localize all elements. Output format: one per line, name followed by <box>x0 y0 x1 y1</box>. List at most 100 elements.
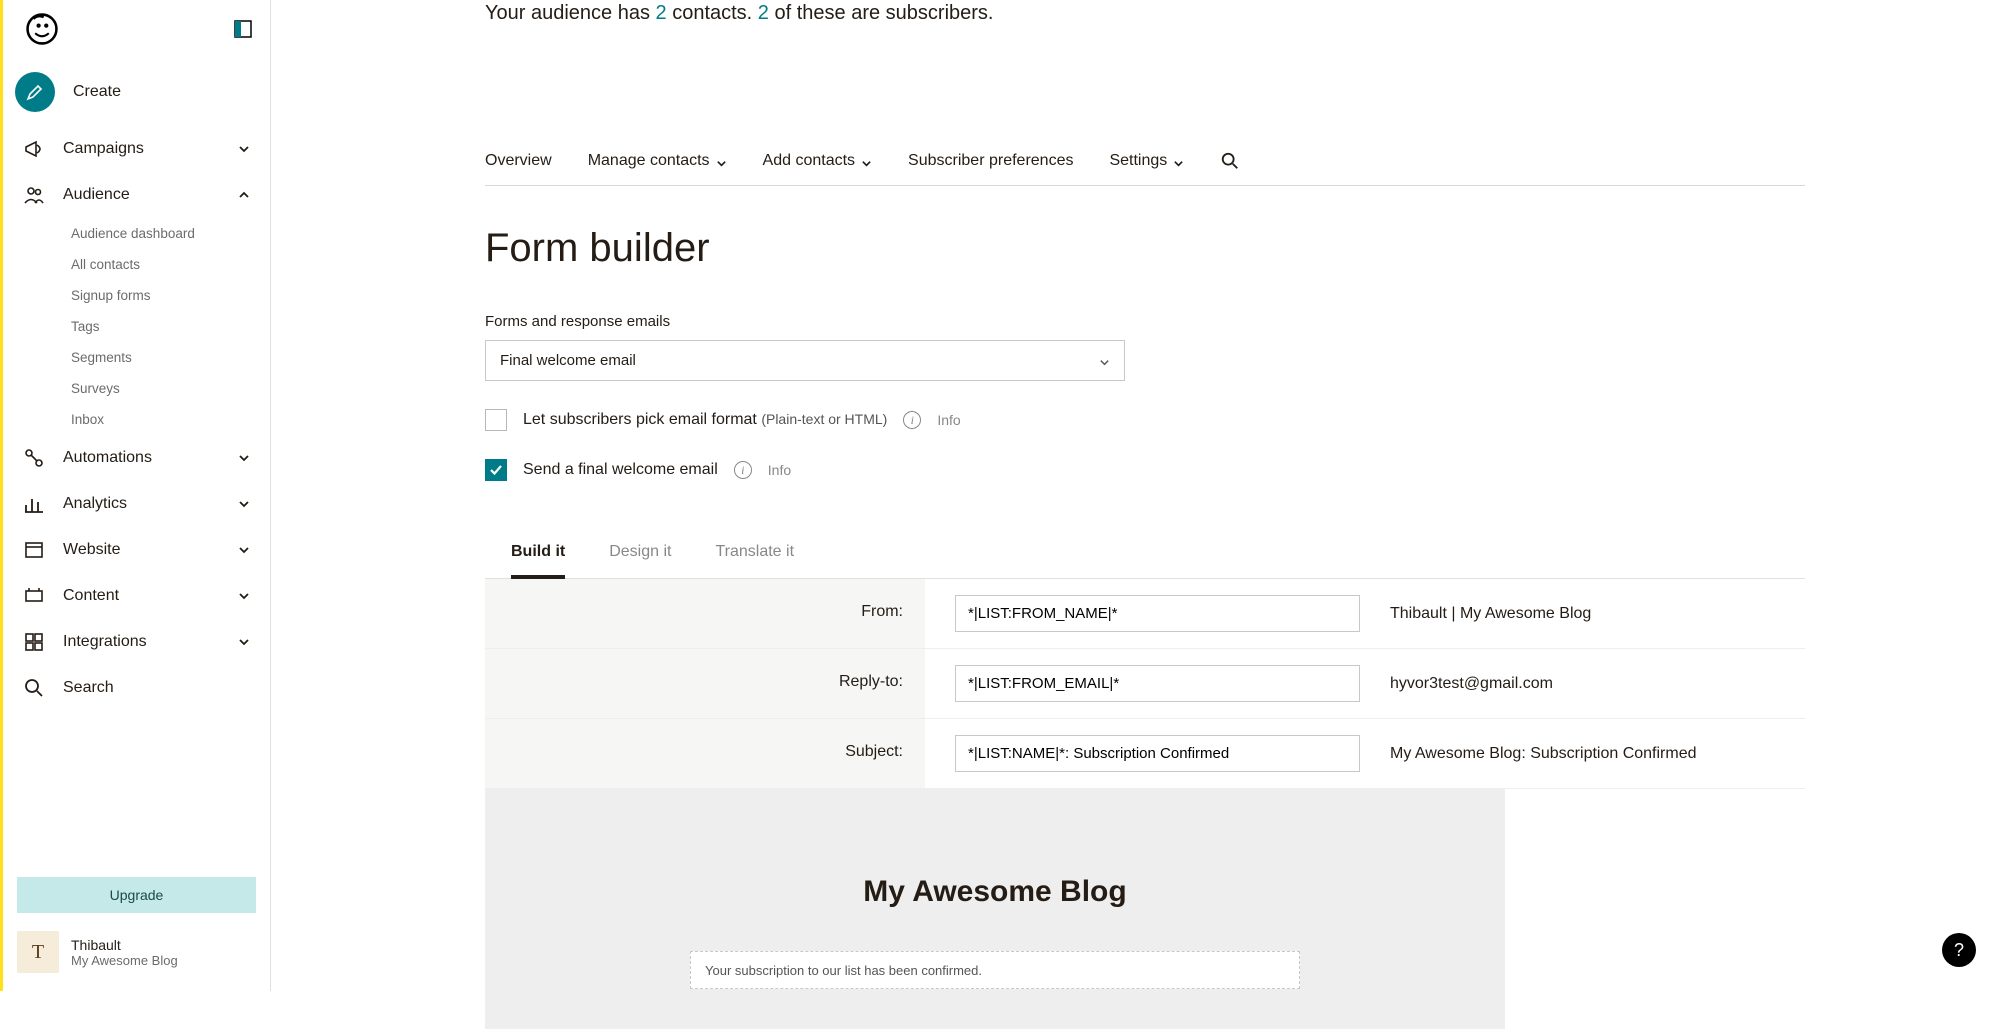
option-label: Send a final welcome email <box>523 461 718 479</box>
chevron-down-icon <box>716 156 727 167</box>
reply-to-input[interactable] <box>955 665 1360 702</box>
nav-label: Integrations <box>63 633 220 651</box>
subnav-signup-forms[interactable]: Signup forms <box>71 280 270 311</box>
from-resolved: Thibault | My Awesome Blog <box>1390 605 1591 623</box>
create-label: Create <box>73 83 121 101</box>
nav-label: Audience <box>63 186 220 204</box>
website-icon <box>23 539 45 561</box>
info-label[interactable]: Info <box>768 462 791 478</box>
chevron-down-icon <box>238 543 252 557</box>
nav-label: Campaigns <box>63 140 220 158</box>
chevron-up-icon <box>238 188 252 202</box>
bar-chart-icon <box>23 493 45 515</box>
automation-icon <box>23 447 45 469</box>
page-title: Form builder <box>485 226 1960 271</box>
forms-select-label: Forms and response emails <box>485 313 1960 330</box>
sidebar-item-website[interactable]: Website <box>3 527 270 573</box>
from-label: From: <box>485 579 925 649</box>
forms-select[interactable]: Final welcome email <box>485 340 1125 381</box>
option-send-welcome: Send a final welcome email i Info <box>485 459 1960 481</box>
create-button[interactable]: Create <box>3 58 270 126</box>
tab-label: Add contacts <box>763 152 856 170</box>
chevron-down-icon <box>861 156 872 167</box>
main-content: Your audience has 2 contacts. 2 of these… <box>271 0 2000 991</box>
sidebar-item-analytics[interactable]: Analytics <box>3 481 270 527</box>
nav-label: Automations <box>63 449 220 467</box>
chevron-down-icon <box>238 635 252 649</box>
pencil-icon <box>15 72 55 112</box>
sidebar-item-content[interactable]: Content <box>3 573 270 619</box>
reply-to-resolved: hyvor3test@gmail.com <box>1390 675 1553 693</box>
search-icon <box>23 677 45 699</box>
option-label: Let subscribers pick email format <box>523 411 761 428</box>
user-account-name: My Awesome Blog <box>71 953 178 968</box>
content-icon <box>23 585 45 607</box>
user-account[interactable]: T Thibault My Awesome Blog <box>3 921 270 991</box>
sidebar: Create Campaigns Audience Audience dashb… <box>3 0 271 991</box>
preview-title[interactable]: My Awesome Blog <box>863 875 1126 909</box>
subnav-segments[interactable]: Segments <box>71 342 270 373</box>
subnav-all-contacts[interactable]: All contacts <box>71 249 270 280</box>
user-name: Thibault <box>71 937 178 953</box>
audience-subnav: Audience dashboard All contacts Signup f… <box>3 218 270 435</box>
audience-summary: Your audience has 2 contacts. 2 of these… <box>485 0 1960 25</box>
option-hint: (Plain-text or HTML) <box>761 411 887 427</box>
nav-label: Content <box>63 587 220 605</box>
tab-manage-contacts[interactable]: Manage contacts <box>588 152 727 170</box>
chevron-down-icon <box>238 497 252 511</box>
email-headers-form: From: Thibault | My Awesome Blog Reply-t… <box>485 579 1805 789</box>
tab-add-contacts[interactable]: Add contacts <box>763 152 873 170</box>
nav-label: Search <box>63 679 252 697</box>
subscriber-count[interactable]: 2 <box>758 2 769 24</box>
sidebar-item-campaigns[interactable]: Campaigns <box>3 126 270 172</box>
subnav-inbox[interactable]: Inbox <box>71 404 270 435</box>
checkbox-pick-format[interactable] <box>485 409 507 431</box>
option-pick-format: Let subscribers pick email format (Plain… <box>485 409 1960 431</box>
sidebar-item-integrations[interactable]: Integrations <box>3 619 270 665</box>
subnav-audience-dashboard[interactable]: Audience dashboard <box>71 218 270 249</box>
summary-text: contacts. <box>667 2 758 24</box>
tab-settings[interactable]: Settings <box>1109 152 1184 170</box>
upgrade-button[interactable]: Upgrade <box>17 877 256 913</box>
collapse-sidebar-icon[interactable] <box>234 20 252 38</box>
help-button[interactable]: ? <box>1942 933 1976 967</box>
checkbox-send-welcome[interactable] <box>485 459 507 481</box>
summary-text: Your audience has <box>485 2 656 24</box>
from-input[interactable] <box>955 595 1360 632</box>
info-label[interactable]: Info <box>937 412 960 428</box>
chevron-down-icon <box>238 589 252 603</box>
nav-label: Website <box>63 541 220 559</box>
info-icon[interactable]: i <box>734 461 752 479</box>
subnav-tags[interactable]: Tags <box>71 311 270 342</box>
tab-design-it[interactable]: Design it <box>609 533 671 578</box>
reply-to-label: Reply-to: <box>485 649 925 719</box>
avatar: T <box>17 931 59 973</box>
subnav-surveys[interactable]: Surveys <box>71 373 270 404</box>
chevron-down-icon <box>1173 156 1184 167</box>
sidebar-item-automations[interactable]: Automations <box>3 435 270 481</box>
sidebar-item-audience[interactable]: Audience <box>3 172 270 218</box>
mailchimp-logo[interactable] <box>25 12 59 46</box>
summary-text: of these are subscribers. <box>769 2 994 24</box>
tab-subscriber-preferences[interactable]: Subscriber preferences <box>908 152 1073 170</box>
subject-resolved: My Awesome Blog: Subscription Confirmed <box>1390 745 1697 763</box>
megaphone-icon <box>23 138 45 160</box>
sidebar-item-search[interactable]: Search <box>3 665 270 711</box>
tab-overview[interactable]: Overview <box>485 152 552 170</box>
contact-count[interactable]: 2 <box>656 2 667 24</box>
grid-icon <box>23 631 45 653</box>
builder-tabs: Build it Design it Translate it <box>485 533 1805 579</box>
chevron-down-icon <box>238 142 252 156</box>
search-icon[interactable] <box>1220 151 1240 171</box>
preview-message-box[interactable]: Your subscription to our list has been c… <box>690 951 1300 989</box>
tab-build-it[interactable]: Build it <box>511 533 565 579</box>
info-icon[interactable]: i <box>903 411 921 429</box>
subject-label: Subject: <box>485 719 925 789</box>
tab-label: Settings <box>1109 152 1167 170</box>
nav-label: Analytics <box>63 495 220 513</box>
audience-tabs: Overview Manage contacts Add contacts Su… <box>485 151 1805 186</box>
chevron-down-icon <box>238 451 252 465</box>
subject-input[interactable] <box>955 735 1360 772</box>
people-icon <box>23 184 45 206</box>
tab-translate-it[interactable]: Translate it <box>715 533 794 578</box>
